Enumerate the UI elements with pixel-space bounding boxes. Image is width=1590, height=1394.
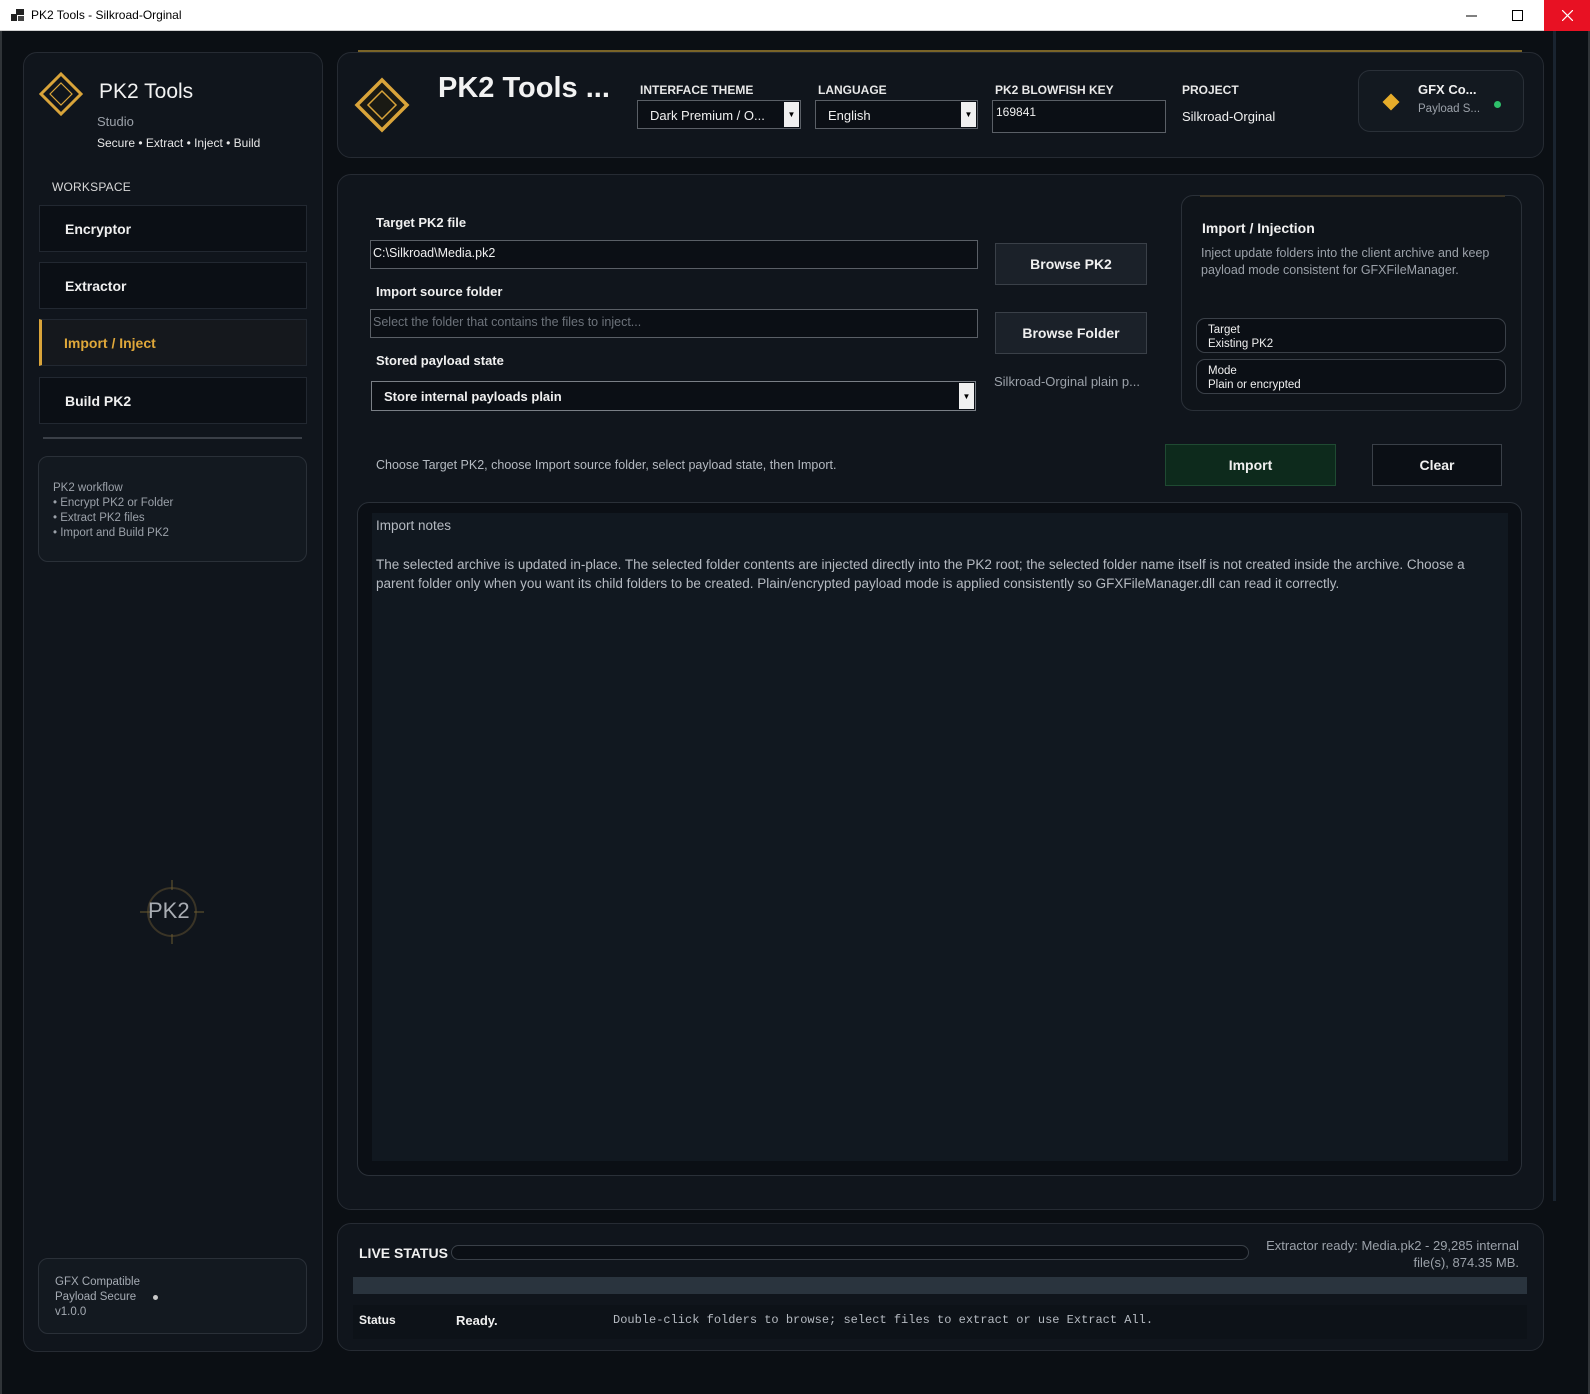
payload-hint: Silkroad-Orginal plain p... [994, 374, 1140, 389]
clear-label: Clear [1419, 457, 1455, 473]
status-dot-icon [1494, 101, 1501, 108]
status-hint: Double-click folders to browse; select f… [613, 1313, 1154, 1327]
target-pk2-label: Target PK2 file [376, 215, 467, 230]
target-pk2-input[interactable]: C:\Silkroad\Media.pk2 [370, 240, 978, 269]
sidebar-item-label: Extractor [65, 277, 127, 294]
edge-strip [1553, 31, 1556, 1201]
pill-value: Existing PK2 [1208, 338, 1274, 350]
brand-title: PK2 Tools [99, 80, 194, 103]
import-notes-textarea[interactable] [372, 513, 1508, 1161]
import-notes-body: The selected archive is updated in-place… [376, 557, 1465, 591]
blowfish-key-input[interactable]: 169841 [992, 100, 1166, 133]
mode-pill: Mode Plain or encrypted [1196, 359, 1506, 394]
info-card-description: Inject update folders into the client ar… [1201, 246, 1490, 277]
sidebar-item-label: Import / Inject [64, 334, 156, 351]
browse-pk2-label: Browse PK2 [1030, 256, 1112, 272]
app-icon [11, 9, 24, 21]
status-key: Status [359, 1313, 396, 1327]
footer-gfx: GFX Compatible [55, 1276, 141, 1288]
brand-tagline: Secure • Extract • Inject • Build [97, 136, 261, 150]
sidebar-item-import-inject[interactable]: Import / Inject [39, 319, 307, 366]
target-pk2-value: C:\Silkroad\Media.pk2 [373, 246, 496, 260]
logo-diamond-icon [39, 72, 83, 116]
minimize-button[interactable] [1448, 0, 1494, 31]
pill-key: Target [1208, 324, 1240, 336]
browse-pk2-button[interactable]: Browse PK2 [995, 243, 1147, 285]
title-bar: PK2 Tools - Silkroad-Orginal [0, 0, 1590, 31]
payload-state-value: Store internal payloads plain [384, 389, 562, 404]
import-source-label: Import source folder [376, 284, 503, 299]
info-card-title: Import / Injection [1202, 220, 1315, 236]
target-pill: Target Existing PK2 [1196, 318, 1506, 353]
badge-title: GFX Co... [1418, 82, 1477, 97]
language-select[interactable]: English ▼ [815, 100, 978, 129]
workflow-title: PK2 workflow [53, 482, 123, 494]
project-label: PROJECT [1182, 83, 1239, 97]
chevron-down-icon: ▼ [961, 102, 976, 127]
window-title: PK2 Tools - Silkroad-Orginal [31, 8, 182, 22]
close-button[interactable] [1544, 0, 1590, 31]
extractor-message: Extractor ready: Media.pk2 - 29,285 inte… [1266, 1238, 1519, 1270]
theme-select[interactable]: Dark Premium / O... ▼ [637, 100, 801, 129]
instructions-text: Choose Target PK2, choose Import source … [376, 458, 837, 472]
payload-state-label: Stored payload state [376, 353, 504, 368]
sidebar-item-build-pk2[interactable]: Build PK2 [39, 377, 307, 424]
sidebar-item-encryptor[interactable]: Encryptor [39, 205, 307, 252]
minimize-icon [1465, 15, 1477, 17]
import-source-input[interactable]: Select the folder that contains the file… [370, 309, 978, 338]
badge-subtitle: Payload S... [1418, 103, 1481, 115]
blowfish-key-label: PK2 BLOWFISH KEY [995, 83, 1114, 97]
gfx-status-badge: GFX Co... Payload S... [1358, 70, 1524, 132]
header-title: PK2 Tools ... [438, 72, 610, 104]
project-value: Silkroad-Orginal [1182, 109, 1276, 124]
import-source-placeholder: Select the folder that contains the file… [373, 315, 642, 329]
footer-status-dot [153, 1295, 158, 1300]
live-status-label: LIVE STATUS [359, 1245, 448, 1261]
browse-folder-label: Browse Folder [1022, 325, 1120, 341]
maximize-button[interactable] [1494, 0, 1540, 31]
status-strip [353, 1277, 1527, 1294]
workflow-box: PK2 workflow • Encrypt PK2 or Folder • E… [38, 456, 307, 562]
theme-label: INTERFACE THEME [640, 83, 754, 97]
pk2-seal-text: PK2 [148, 898, 190, 923]
header-accent-line [358, 50, 1522, 52]
sidebar-item-label: Encryptor [65, 220, 132, 237]
payload-state-select[interactable]: Store internal payloads plain ▼ [371, 381, 976, 411]
language-label: LANGUAGE [818, 83, 887, 97]
import-button[interactable]: Import [1165, 444, 1336, 486]
maximize-icon [1511, 10, 1523, 21]
pill-value: Plain or encrypted [1208, 379, 1301, 391]
close-icon [1561, 10, 1573, 21]
clear-button[interactable]: Clear [1372, 444, 1502, 486]
info-card-accent [1200, 195, 1505, 197]
progress-bar [451, 1245, 1249, 1260]
header-diamond-icon [354, 77, 410, 133]
chevron-down-icon: ▼ [784, 102, 799, 127]
sidebar-footer: GFX Compatible Payload Secure v1.0.0 [38, 1258, 307, 1334]
workflow-line: • Import and Build PK2 [53, 527, 169, 539]
import-label: Import [1228, 457, 1273, 473]
brand-subtitle: Studio [97, 114, 134, 129]
chevron-down-icon: ▼ [959, 383, 974, 409]
workflow-line: • Encrypt PK2 or Folder [53, 497, 174, 509]
pill-key: Mode [1208, 365, 1237, 377]
workspace-label: WORKSPACE [52, 180, 131, 194]
blowfish-key-value: 169841 [996, 105, 1037, 119]
language-value: English [828, 108, 871, 123]
gold-diamond-icon [1382, 93, 1400, 111]
status-value: Ready. [456, 1313, 498, 1328]
footer-version: v1.0.0 [55, 1306, 87, 1318]
sidebar-item-label: Build PK2 [65, 392, 132, 409]
theme-value: Dark Premium / O... [650, 108, 765, 123]
sidebar-item-extractor[interactable]: Extractor [39, 262, 307, 309]
import-notes-title: Import notes [376, 518, 452, 533]
browse-folder-button[interactable]: Browse Folder [995, 312, 1147, 354]
workflow-line: • Extract PK2 files [53, 512, 145, 524]
sidebar-divider [43, 437, 302, 439]
footer-payload: Payload Secure [55, 1291, 137, 1303]
